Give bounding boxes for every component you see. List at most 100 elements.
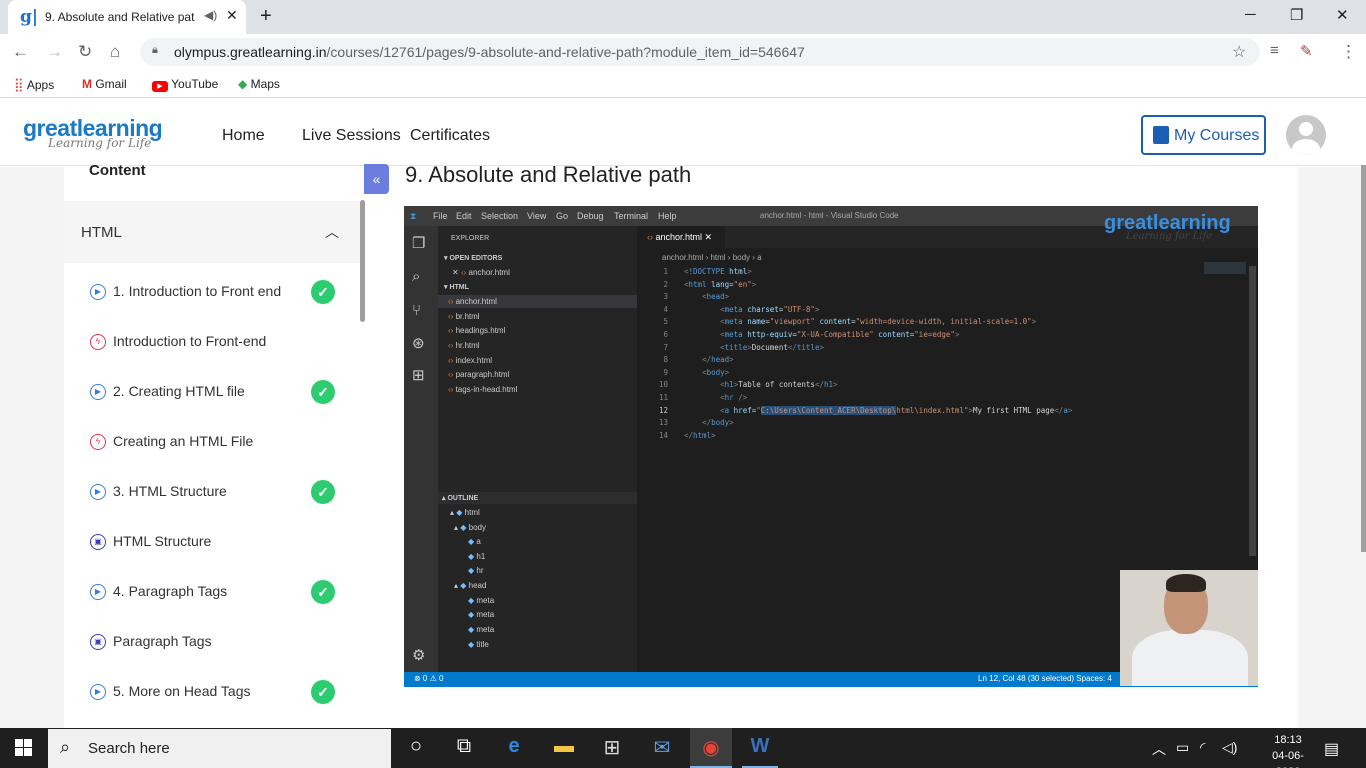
sidebar-item[interactable]: ▶ 3. HTML Structure ✓ bbox=[64, 467, 360, 517]
close-tab-icon[interactable]: ✕ bbox=[226, 7, 238, 24]
completed-check-icon: ✓ bbox=[311, 280, 335, 304]
taskbar-clock[interactable]: 18:13 04-06-2020 bbox=[1260, 732, 1316, 768]
status-problems: ⊗ 0 ⚠ 0 bbox=[414, 674, 444, 683]
open-editor-item: ✕ ‹› anchor.html bbox=[452, 268, 510, 277]
profile-extension-icon[interactable]: ✎ bbox=[1300, 42, 1313, 60]
sidebar-item[interactable]: ▶ 1. Introduction to Front end ✓ bbox=[64, 267, 360, 317]
outline-item: ◆ meta bbox=[468, 610, 495, 619]
outline-item: ▴ ◆ head bbox=[454, 581, 487, 590]
battery-icon[interactable]: ▭ bbox=[1176, 739, 1189, 756]
collapse-sidebar-button[interactable]: « bbox=[364, 164, 389, 194]
vscode-menu-terminal: Terminal bbox=[614, 211, 649, 221]
cortana-icon[interactable]: ○ bbox=[396, 735, 436, 758]
back-icon[interactable]: ← bbox=[12, 42, 29, 62]
outline-item: ◆ title bbox=[468, 640, 489, 649]
speaker-icon[interactable]: ◀) bbox=[204, 8, 217, 22]
sidebar-item[interactable]: ▶ 2. Creating HTML file ✓ bbox=[64, 367, 360, 417]
gmail-icon: M bbox=[82, 77, 92, 91]
new-tab-icon[interactable]: + bbox=[260, 5, 272, 28]
nav-live-sessions[interactable]: Live Sessions bbox=[302, 127, 401, 145]
windows-start-icon[interactable] bbox=[15, 739, 32, 756]
vscode-menu-debug: Debug bbox=[577, 211, 604, 221]
sidebar-item[interactable]: ▶ 5. More on Head Tags ✓ bbox=[64, 667, 360, 717]
minimize-icon[interactable]: ─ bbox=[1245, 6, 1256, 23]
explorer-file: ‹› tags-in-head.html bbox=[448, 385, 518, 394]
restore-icon[interactable]: ❐ bbox=[1290, 6, 1303, 24]
home-icon[interactable]: ⌂ bbox=[110, 42, 120, 62]
explorer-file: ‹› br.html bbox=[448, 312, 480, 321]
explorer-file: ‹› index.html bbox=[448, 356, 493, 365]
vscode-logo-icon: ⧗ bbox=[410, 211, 417, 221]
forward-icon[interactable]: → bbox=[46, 42, 63, 62]
completed-check-icon: ✓ bbox=[311, 380, 335, 404]
sidebar-content-label: Content bbox=[89, 162, 146, 179]
completed-check-icon: ✓ bbox=[311, 680, 335, 704]
mail-icon[interactable]: ✉ bbox=[642, 735, 682, 760]
nav-certificates[interactable]: Certificates bbox=[410, 127, 490, 145]
lesson-title: 9. Absolute and Relative path bbox=[405, 162, 692, 187]
quiz-icon: ϟ bbox=[90, 334, 106, 350]
edge-icon[interactable]: e bbox=[494, 735, 534, 758]
sidebar-item[interactable]: ▶ 4. Paragraph Tags ✓ bbox=[64, 567, 360, 617]
book-icon bbox=[1153, 126, 1169, 144]
file-explorer-icon[interactable]: ▬ bbox=[544, 735, 584, 758]
quiz-icon: ϟ bbox=[90, 434, 106, 450]
notifications-icon[interactable]: ▤ bbox=[1324, 739, 1339, 759]
maps-icon: ◆ bbox=[238, 77, 248, 91]
store-icon[interactable]: ⊞ bbox=[592, 735, 632, 760]
my-courses-button[interactable]: My Courses bbox=[1141, 115, 1266, 155]
media-playlist-icon[interactable]: ≡ bbox=[1270, 42, 1279, 59]
sidebar-scrollbar[interactable] bbox=[360, 200, 365, 322]
play-circle-icon: ▶ bbox=[90, 284, 106, 300]
sidebar-item[interactable]: ▣ Paragraph Tags bbox=[64, 617, 360, 667]
browser-tab[interactable]: g| 9. Absolute and Relative path ◀) ✕ bbox=[8, 0, 246, 34]
folder-header: ▾ HTML bbox=[444, 284, 469, 291]
play-circle-icon: ▶ bbox=[90, 684, 106, 700]
url-text[interactable]: olympus.greatlearning.in/courses/12761/p… bbox=[174, 44, 805, 60]
word-icon[interactable]: W bbox=[740, 735, 780, 758]
close-window-icon[interactable]: ✕ bbox=[1336, 6, 1349, 24]
vscode-explorer bbox=[438, 226, 637, 672]
lesson-video[interactable]: ⧗ File Edit Selection View Go Debug Term… bbox=[404, 206, 1258, 687]
search-icon: ⌕ bbox=[60, 737, 71, 757]
assignment-icon: ▣ bbox=[90, 534, 106, 550]
sidebar-item[interactable]: ϟ Creating an HTML File bbox=[64, 417, 360, 467]
completed-check-icon: ✓ bbox=[311, 580, 335, 604]
bookmark-star-icon[interactable]: ☆ bbox=[1232, 42, 1246, 62]
play-circle-icon: ▶ bbox=[90, 484, 106, 500]
browser-menu-icon[interactable]: ⋮ bbox=[1340, 42, 1357, 62]
outline-item: ◆ a bbox=[468, 537, 481, 546]
open-editors-header: ▾ OPEN EDITORS bbox=[444, 255, 503, 262]
outline-item: ▴ ◆ body bbox=[454, 523, 486, 532]
bookmark-youtube[interactable]: ▶ YouTube bbox=[152, 77, 218, 92]
tray-chevron-up-icon[interactable]: ︿ bbox=[1152, 739, 1166, 759]
play-circle-icon: ▶ bbox=[90, 384, 106, 400]
editor-breadcrumb: anchor.html › html › body › a bbox=[662, 253, 762, 262]
vscode-menu-view: View bbox=[527, 211, 547, 221]
outline-item: ▴ ◆ html bbox=[450, 508, 480, 517]
bookmark-gmail[interactable]: M Gmail bbox=[82, 77, 127, 91]
page-scrollbar[interactable] bbox=[1361, 165, 1366, 552]
bookmark-maps[interactable]: ◆ Maps bbox=[238, 77, 280, 91]
tab-title: 9. Absolute and Relative path bbox=[45, 10, 195, 24]
lock-icon[interactable]: 🔒︎ bbox=[152, 44, 158, 57]
search-icon: ⌕ bbox=[412, 268, 421, 285]
task-view-icon[interactable]: ⧉ bbox=[444, 735, 484, 758]
outline-item: ◆ meta bbox=[468, 596, 495, 605]
explorer-file: ‹› anchor.html bbox=[448, 297, 497, 306]
extensions-icon: ⊞ bbox=[412, 367, 425, 384]
sidebar-item[interactable]: ▣ HTML Structure bbox=[64, 517, 360, 567]
chrome-icon[interactable]: ◉ bbox=[691, 735, 731, 760]
files-icon: ❐ bbox=[412, 235, 426, 252]
nav-home[interactable]: Home bbox=[222, 127, 265, 145]
bookmark-apps[interactable]: ⣿ Apps bbox=[14, 77, 54, 93]
user-avatar[interactable] bbox=[1286, 115, 1326, 155]
vscode-activity-bar bbox=[404, 226, 438, 672]
sidebar-item[interactable]: ϟ Introduction to Front-end bbox=[64, 317, 360, 367]
wifi-icon[interactable]: ◜ bbox=[1200, 739, 1205, 756]
chevron-up-icon[interactable]: ︿ bbox=[325, 222, 339, 242]
volume-icon[interactable]: ◁) bbox=[1222, 739, 1237, 756]
editor-tab-active: ‹› anchor.html ✕ bbox=[637, 226, 725, 248]
explorer-file: ‹› paragraph.html bbox=[448, 370, 510, 379]
reload-icon[interactable]: ↻ bbox=[78, 42, 92, 62]
